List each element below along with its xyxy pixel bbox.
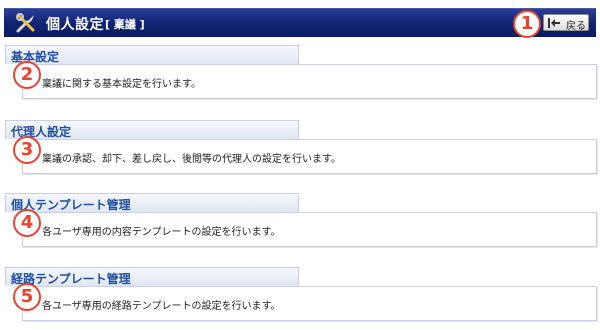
back-icon <box>548 18 560 28</box>
page-header: 個人設定 [ 稟議 ] 戻る <box>4 8 596 37</box>
marker-5: 5 <box>13 283 41 311</box>
section-desc: 各ユーザ専用の経路テンプレートの設定を行います。 <box>42 301 281 312</box>
section-desc: 稟議の承認、却下、差し戻し、後閲等の代理人の設定を行います。 <box>42 154 341 165</box>
section-desc: 各ユーザ専用の内容テンプレートの設定を行います。 <box>42 227 281 238</box>
section-box-route-template: 各ユーザ専用の経路テンプレートの設定を行います。 <box>22 286 597 321</box>
section-box-personal-template: 各ユーザ専用の内容テンプレートの設定を行います。 <box>22 212 597 247</box>
back-button[interactable]: 戻る <box>543 14 589 32</box>
page-subtitle: [ 稟議 ] <box>105 18 145 31</box>
marker-1: 1 <box>513 10 541 38</box>
section-link-proxy[interactable]: 代理人設定 <box>5 120 299 139</box>
section-box-proxy: 稟議の承認、却下、差し戻し、後閲等の代理人の設定を行います。 <box>22 139 597 174</box>
section-box-basic: 稟議に関する基本設定を行います。 <box>22 64 597 99</box>
marker-2: 2 <box>13 61 41 89</box>
marker-4: 4 <box>13 209 41 237</box>
tools-icon <box>16 13 35 33</box>
section-link-route-template[interactable]: 経路テンプレート管理 <box>5 267 299 286</box>
page-title: 個人設定 <box>46 17 104 33</box>
section-link-basic[interactable]: 基本設定 <box>5 45 299 64</box>
back-button-label: 戻る <box>566 21 586 32</box>
marker-3: 3 <box>13 136 41 164</box>
section-link-personal-template[interactable]: 個人テンプレート管理 <box>5 193 299 212</box>
section-desc: 稟議に関する基本設定を行います。 <box>42 79 201 90</box>
